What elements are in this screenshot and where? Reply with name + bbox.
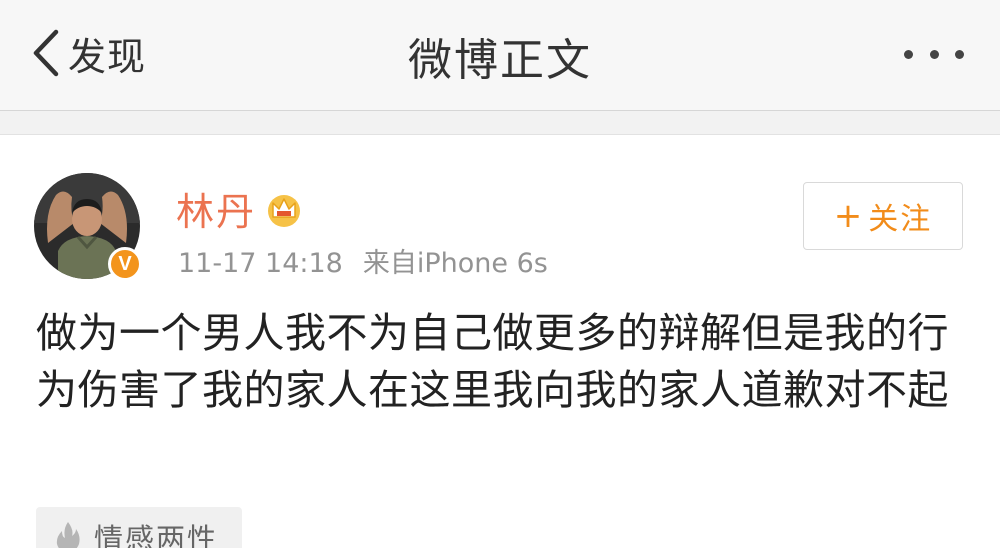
post-time: 11-17 14:18 [178,248,343,279]
back-button[interactable]: 发现 [28,26,146,80]
topic-label: 情感两性 [94,522,219,548]
verified-v-icon: V [108,247,142,281]
topic-tag[interactable]: 情感两性 [36,507,242,548]
post-card: V 林丹 11-17 14:18 来自iPhone 6s + 关注 做为一个男人我… [0,134,1000,548]
plus-icon: + [833,196,863,236]
more-dot-icon [955,49,964,59]
more-dot-icon [904,49,913,59]
more-dot-icon [929,49,939,59]
crown-icon[interactable] [264,189,304,229]
author-name-row: 林丹 [176,181,304,236]
post-source: 来自iPhone 6s [362,248,548,279]
weibo-post-screen: 发现 微博正文 V 林丹 11-17 14:18 来自iPhone 6s + 关… [0,0,1000,548]
author-avatar[interactable]: V [34,173,142,281]
follow-button[interactable]: + 关注 [803,182,963,250]
author-name[interactable]: 林丹 [176,181,256,236]
navigation-bar: 发现 微博正文 [0,0,1000,111]
follow-label: 关注 [868,202,933,237]
back-label: 发现 [68,34,147,79]
post-body-text: 做为一个男人我不为自己做更多的辩解但是我的行为伤害了我的家人在这里我向我的家人道… [36,309,949,414]
chevron-left-icon [33,29,59,77]
post-meta: 11-17 14:18 来自iPhone 6s [178,241,548,280]
page-title: 微博正文 [408,35,592,86]
more-options-button[interactable] [904,44,964,64]
flame-icon [56,522,80,548]
